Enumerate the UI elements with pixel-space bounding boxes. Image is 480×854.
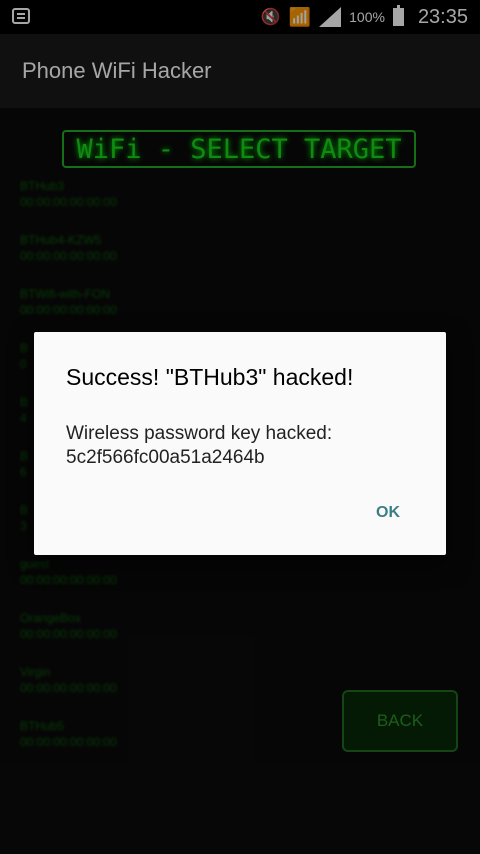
dialog-message: Wireless password key hacked: 5c2f566fc0… (66, 423, 333, 468)
dialog-title: Success! "BTHub3" hacked! (66, 364, 354, 390)
success-dialog: Success! "BTHub3" hacked! Wireless passw… (34, 332, 446, 555)
ok-button[interactable]: OK (376, 504, 400, 522)
